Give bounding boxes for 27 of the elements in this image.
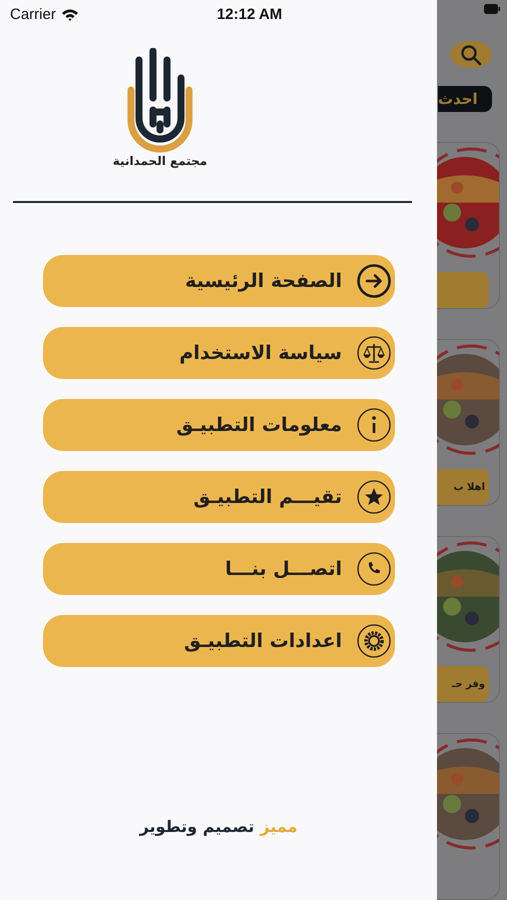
- card-button[interactable]: وفر حـ: [437, 666, 489, 702]
- food-card[interactable]: [437, 733, 500, 900]
- menu-item[interactable]: سياسة الاستخدام: [43, 327, 395, 379]
- menu-item[interactable]: اعدادات التطبيـق: [43, 615, 395, 667]
- wifi-icon: [60, 8, 79, 20]
- scales-icon: [356, 335, 392, 371]
- card-button[interactable]: اهلا ب: [437, 469, 489, 505]
- food-card[interactable]: وفر حـ: [437, 536, 500, 703]
- battery-icon: [484, 4, 500, 14]
- search-icon: [460, 44, 482, 66]
- food-card[interactable]: [437, 142, 500, 309]
- menu-item[interactable]: اتصـــل بنـــا: [43, 543, 395, 595]
- brand-name: مميز: [260, 817, 298, 836]
- food-card[interactable]: اهلا ب: [437, 339, 500, 506]
- status-time: 12:12 AM: [216, 6, 282, 22]
- carrier-label: Carrier: [10, 6, 56, 22]
- search-button[interactable]: [450, 41, 492, 68]
- phone-icon: [356, 551, 392, 587]
- logo-text: مجتمع الحمدانية: [112, 154, 208, 168]
- menu-item[interactable]: معلومات التطبيـق: [43, 399, 395, 451]
- menu-item[interactable]: تقيـــم التطبيـق: [43, 471, 395, 523]
- category-tab[interactable]: احدث: [438, 86, 492, 112]
- credit-text: تصميم وتطوير: [140, 817, 254, 836]
- info-icon: [356, 407, 392, 443]
- menu-item[interactable]: الصفحة الرئيسية: [43, 255, 395, 307]
- settings-icon: [356, 623, 392, 659]
- arrow-right-icon: [356, 263, 392, 299]
